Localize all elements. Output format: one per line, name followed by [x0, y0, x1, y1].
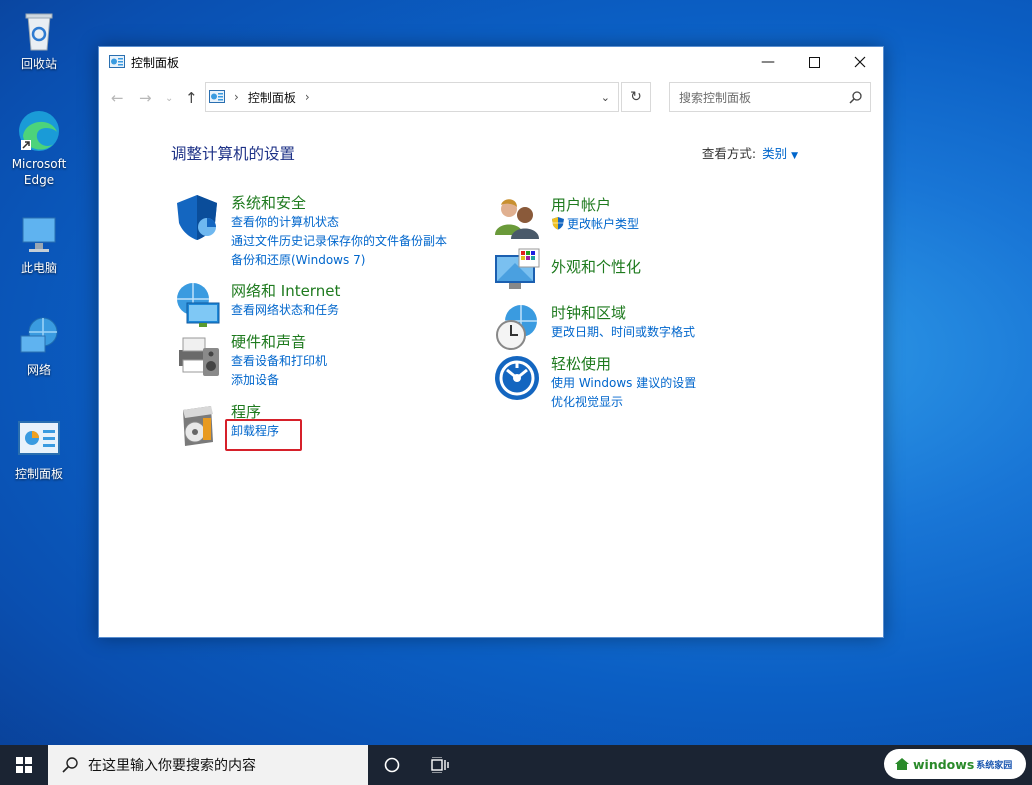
- close-button[interactable]: [837, 47, 883, 77]
- task-view-button[interactable]: [417, 745, 463, 785]
- control-panel-small-icon: [109, 55, 125, 68]
- category-title[interactable]: 用户帐户: [551, 195, 639, 215]
- page-heading: 调整计算机的设置: [171, 145, 296, 163]
- control-panel-window: 控制面板 — ← → ⌄ ↑ › 控制面板 › ⌄ ↻ 搜索控制面板 调整计算机…: [98, 46, 884, 638]
- appearance-monitor-icon: [493, 247, 541, 295]
- programs-box-icon: [173, 402, 221, 450]
- globe-network-icon: [173, 281, 221, 329]
- control-panel-breadcrumb-icon: [209, 90, 225, 103]
- cortana-circle-icon: [384, 757, 400, 773]
- search-input[interactable]: 搜索控制面板: [669, 82, 871, 112]
- desktop-icon-control-panel[interactable]: 控制面板: [6, 418, 72, 482]
- view-by-dropdown[interactable]: 类别 ▼: [762, 146, 798, 161]
- desktop-icon-label: 此电脑: [20, 261, 57, 275]
- category-link-text: 更改帐户类型: [567, 217, 640, 231]
- address-row: ← → ⌄ ↑ › 控制面板 › ⌄ ↻ 搜索控制面板: [99, 81, 883, 115]
- category-title[interactable]: 轻松使用: [551, 354, 696, 374]
- taskbar-search-placeholder: 在这里输入你要搜索的内容: [88, 758, 256, 774]
- watermark: windows 系统家园: [884, 749, 1026, 779]
- recycle-bin-icon: [15, 8, 63, 54]
- desktop-icon-label: 网络: [26, 363, 51, 377]
- category-link[interactable]: 查看设备和打印机: [231, 352, 327, 371]
- desktop-icon-label: 回收站: [20, 57, 57, 71]
- watermark-text: windows: [913, 756, 975, 772]
- refresh-icon: ↻: [630, 89, 642, 105]
- windows-logo-icon: [16, 757, 32, 773]
- category-link[interactable]: 通过文件历史记录保存你的文件备份副本: [231, 232, 447, 251]
- uac-shield-icon: [552, 217, 564, 230]
- search-icon[interactable]: [849, 90, 862, 104]
- desktop-icon-network[interactable]: 网络: [6, 314, 72, 378]
- category-title[interactable]: 时钟和区域: [551, 303, 695, 323]
- category-title[interactable]: 外观和个性化: [551, 257, 641, 277]
- printer-speaker-icon: [173, 332, 221, 380]
- desktop-icon-edge[interactable]: Microsoft Edge: [6, 108, 72, 188]
- recent-dropdown-icon[interactable]: ⌄: [165, 93, 173, 104]
- view-by-label: 查看方式:: [701, 146, 757, 161]
- maximize-button[interactable]: [791, 47, 837, 77]
- task-view-icon: [431, 757, 449, 773]
- start-button[interactable]: [0, 745, 48, 785]
- desktop-icon-this-pc[interactable]: 此电脑: [6, 212, 72, 276]
- cortana-button[interactable]: [369, 745, 415, 785]
- category-title[interactable]: 系统和安全: [231, 193, 447, 213]
- category-link[interactable]: 使用 Windows 建议的设置: [551, 374, 696, 393]
- up-arrow-icon[interactable]: ↑: [185, 89, 198, 107]
- users-icon: [493, 195, 541, 243]
- category-link[interactable]: 添加设备: [231, 371, 327, 390]
- taskbar-search-box[interactable]: 在这里输入你要搜索的内容: [48, 745, 368, 785]
- desktop-icon-label: Microsoft Edge: [11, 157, 67, 187]
- view-by-value: 类别: [762, 146, 788, 161]
- refresh-button[interactable]: ↻: [621, 82, 651, 112]
- category-link[interactable]: 优化视觉显示: [551, 393, 696, 412]
- control-panel-icon: [15, 418, 63, 464]
- network-icon: [15, 314, 63, 360]
- breadcrumb-item[interactable]: 控制面板: [248, 89, 296, 106]
- taskbar: 在这里输入你要搜索的内容 windows 系统家园: [0, 745, 1032, 785]
- category-link[interactable]: 更改日期、时间或数字格式: [551, 323, 695, 342]
- category-link[interactable]: 查看网络状态和任务: [231, 301, 340, 320]
- view-by: 查看方式: 类别 ▼: [702, 143, 798, 162]
- clock-globe-icon: [493, 303, 541, 351]
- edge-icon: [15, 108, 63, 154]
- breadcrumb-separator-icon: ›: [234, 90, 239, 104]
- desktop-icon-recycle-bin[interactable]: 回收站: [6, 8, 72, 72]
- breadcrumb-separator-icon[interactable]: ›: [305, 90, 310, 104]
- category-link[interactable]: 查看你的计算机状态: [231, 213, 447, 232]
- category-link[interactable]: 备份和还原(Windows 7): [231, 251, 447, 270]
- computer-icon: [15, 212, 63, 258]
- shield-icon: [173, 193, 221, 241]
- category-title[interactable]: 硬件和声音: [231, 332, 327, 352]
- highlight-box: [225, 419, 302, 451]
- caret-down-icon: ▼: [791, 151, 798, 161]
- address-dropdown-icon[interactable]: ⌄: [601, 91, 610, 104]
- back-arrow-icon[interactable]: ←: [111, 89, 124, 107]
- desktop-icon-label: 控制面板: [14, 467, 63, 481]
- watermark-house-icon: [895, 758, 909, 770]
- search-icon: [62, 757, 78, 773]
- forward-arrow-icon[interactable]: →: [139, 89, 152, 107]
- search-placeholder: 搜索控制面板: [679, 90, 752, 105]
- minimize-button[interactable]: —: [745, 47, 791, 77]
- category-title[interactable]: 网络和 Internet: [231, 281, 340, 301]
- window-title: 控制面板: [131, 55, 180, 70]
- watermark-suffix: 系统家园: [976, 760, 1013, 771]
- address-bar[interactable]: › 控制面板 › ⌄: [205, 82, 619, 112]
- category-link[interactable]: 更改帐户类型: [551, 215, 639, 234]
- ease-of-access-icon: [493, 354, 541, 402]
